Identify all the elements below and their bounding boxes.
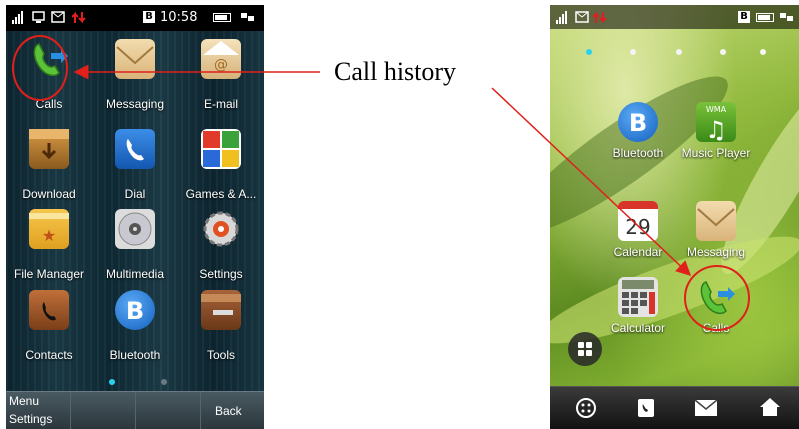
- app-label: Download: [22, 187, 76, 201]
- dial-phone-icon: [115, 129, 155, 169]
- page-dot-active: [109, 379, 115, 385]
- network-icon: [780, 11, 794, 26]
- app-label: Messaging: [105, 97, 165, 111]
- page-dot-active: [586, 49, 592, 55]
- app-label: File Manager: [13, 267, 85, 281]
- softkey-bar: Menu Settings Back: [6, 391, 264, 429]
- data-transfer-icon: [592, 11, 607, 27]
- battery-icon: [213, 13, 231, 22]
- back-softkey[interactable]: Back: [215, 404, 242, 418]
- app-contacts[interactable]: Contacts: [6, 286, 92, 366]
- softkey-left[interactable]: Menu Settings: [6, 392, 71, 429]
- calendar-icon: 29: [618, 201, 658, 241]
- calls-highlight-circle: [684, 265, 750, 331]
- signal-icon: [556, 11, 570, 27]
- svg-text:@: @: [214, 57, 228, 73]
- clock: 10:58: [160, 10, 198, 25]
- page-dot: [676, 49, 682, 55]
- calls-highlight-circle: [12, 35, 68, 101]
- toolbox-icon: [201, 290, 241, 330]
- games-grid-icon: [201, 129, 241, 169]
- network-icon: [241, 11, 255, 26]
- dock-bar: [550, 386, 799, 429]
- calculator-icon: [618, 277, 658, 317]
- app-bluetooth[interactable]: B Bluetooth: [92, 286, 178, 366]
- message-icon[interactable]: [686, 393, 726, 423]
- app-label: Dial: [124, 187, 146, 201]
- home-icon[interactable]: [750, 393, 790, 423]
- app-music-player[interactable]: WMA ♫ Music Player: [674, 102, 758, 178]
- app-messaging[interactable]: Messaging: [92, 35, 178, 115]
- settings-softkey[interactable]: Settings: [9, 412, 52, 426]
- app-file-manager[interactable]: ★ File Manager: [6, 205, 92, 285]
- email-envelope-icon: @: [201, 39, 241, 79]
- folder-icon: ★: [29, 209, 69, 249]
- signal-icon: [12, 11, 26, 27]
- svg-text:B: B: [629, 109, 647, 137]
- app-calendar[interactable]: 29 Calendar: [596, 201, 680, 277]
- app-menu-button[interactable]: [568, 332, 602, 366]
- app-calculator[interactable]: Calculator: [596, 277, 680, 353]
- page-dot: [630, 49, 636, 55]
- screen-icon: [32, 11, 45, 27]
- status-bar: B 10:58: [6, 5, 264, 31]
- gear-icon: [201, 209, 241, 249]
- envelope-icon: [696, 201, 736, 241]
- page-dot: [760, 49, 766, 55]
- home-page-indicator: [550, 49, 799, 57]
- battery-icon: [756, 13, 774, 22]
- calendar-day: 29: [625, 215, 650, 239]
- music-note-icon: WMA ♫: [696, 102, 736, 144]
- download-box-icon: [29, 129, 69, 169]
- b-badge: B: [143, 11, 155, 23]
- bluetooth-icon: B: [618, 102, 658, 142]
- disc-icon: [115, 209, 155, 249]
- message-status-icon: [51, 11, 65, 26]
- app-label: Multimedia: [105, 267, 165, 281]
- app-label: Bluetooth: [109, 348, 161, 362]
- svg-text:♫: ♫: [705, 116, 727, 142]
- menu-softkey[interactable]: Menu: [9, 394, 39, 408]
- page-dot: [161, 379, 167, 385]
- app-email[interactable]: @ E-mail: [178, 35, 264, 115]
- softkey-middle-2: [136, 392, 201, 429]
- app-label: E-mail: [203, 97, 238, 111]
- app-tools[interactable]: Tools: [178, 286, 264, 366]
- svg-text:B: B: [126, 297, 144, 325]
- app-download[interactable]: Download: [6, 125, 92, 205]
- app-bluetooth[interactable]: B Bluetooth: [596, 102, 680, 178]
- call-history-label: Call history: [334, 57, 457, 86]
- app-label: Messaging: [686, 245, 746, 259]
- bluetooth-icon: B: [115, 290, 155, 330]
- message-status-icon: [575, 11, 589, 26]
- page-indicator: [6, 379, 264, 387]
- data-transfer-icon: [71, 11, 86, 27]
- app-label: Games & A...: [185, 187, 257, 201]
- right-phone-screen: B B Bluetooth WMA ♫ Music Player 29 Calen…: [550, 5, 799, 429]
- b-badge: B: [738, 11, 750, 23]
- svg-text:★: ★: [42, 226, 56, 245]
- contacts-book-icon: [29, 290, 69, 330]
- envelope-icon: [115, 39, 155, 79]
- left-phone-screen: B 10:58 Calls Messaging @ E-mail Downloa…: [6, 5, 264, 429]
- app-label: Contacts: [25, 348, 73, 362]
- status-bar: B: [550, 5, 799, 29]
- app-settings[interactable]: Settings: [178, 205, 264, 285]
- app-label: Music Player: [681, 146, 751, 160]
- app-label: Settings: [199, 267, 243, 281]
- app-dial[interactable]: Dial: [92, 125, 178, 205]
- wma-badge: WMA: [706, 105, 727, 114]
- softkey-middle-1: [71, 392, 136, 429]
- page-dot: [720, 49, 726, 55]
- app-label: Tools: [206, 348, 235, 362]
- contacts-icon[interactable]: [626, 393, 666, 423]
- dialpad-icon[interactable]: [566, 393, 606, 423]
- app-games[interactable]: Games & A...: [178, 125, 264, 205]
- app-multimedia[interactable]: Multimedia: [92, 205, 178, 285]
